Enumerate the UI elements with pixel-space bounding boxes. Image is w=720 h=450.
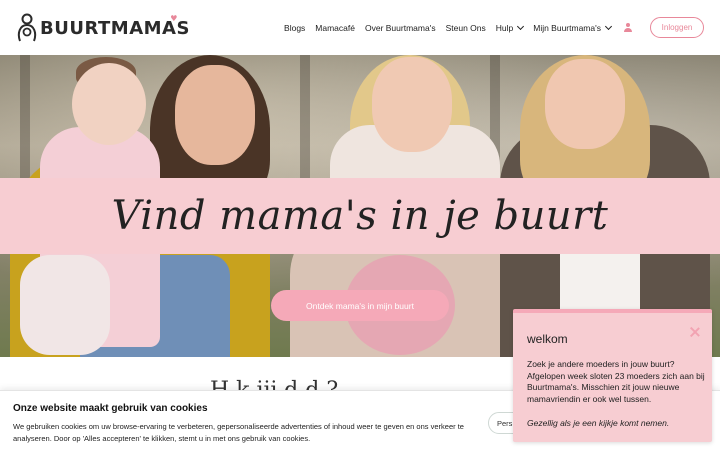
popup-footer: Gezellig als je een kijkje komt nemen. — [527, 418, 670, 428]
nav-item-blogs[interactable]: Blogs — [284, 23, 305, 33]
logo-text: BUURTMAMAS ♥ — [40, 13, 190, 39]
login-button[interactable]: Inloggen — [650, 17, 704, 38]
nav-item-mijn-buurtmamas[interactable]: Mijn Buurtmama's — [533, 22, 613, 33]
chevron-down-icon — [517, 22, 525, 30]
nav-item-steun-ons[interactable]: Steun Ons — [446, 23, 486, 33]
close-icon[interactable] — [690, 327, 700, 337]
chevron-down-icon — [604, 22, 613, 30]
nav-item-over-buurtmamas[interactable]: Over Buurtmama's — [365, 23, 436, 33]
cookie-title: Onze website maakt gebruik van cookies — [13, 403, 208, 414]
nav-item-hulp[interactable]: Hulp — [496, 22, 525, 33]
logo[interactable]: BUURTMAMAS ♥ — [16, 11, 190, 45]
welcome-popup: welkom Zoek je andere moeders in jouw bu… — [513, 309, 712, 442]
site-header: BUURTMAMAS ♥ Blogs Mamacafé Over Buurtma… — [0, 0, 720, 55]
user-icon[interactable] — [623, 22, 633, 33]
mother-child-logo-icon — [17, 13, 37, 42]
popup-body: Zoek je andere moeders in jouw buurt? Af… — [527, 359, 705, 404]
popup-title: welkom — [527, 332, 568, 346]
discover-moms-button[interactable]: Ontdek mama's in mijn buurt — [271, 290, 449, 321]
nav-item-mamacafe[interactable]: Mamacafé — [315, 23, 355, 33]
main-nav: Blogs Mamacafé Over Buurtmama's Steun On… — [274, 0, 704, 55]
hero-title: Vind mama's in je buurt — [111, 193, 609, 239]
hero-title-band: Vind mama's in je buurt — [0, 178, 720, 254]
heart-icon: ♥ — [170, 13, 178, 23]
cookie-text: We gebruiken cookies om uw browse-ervari… — [13, 422, 464, 443]
